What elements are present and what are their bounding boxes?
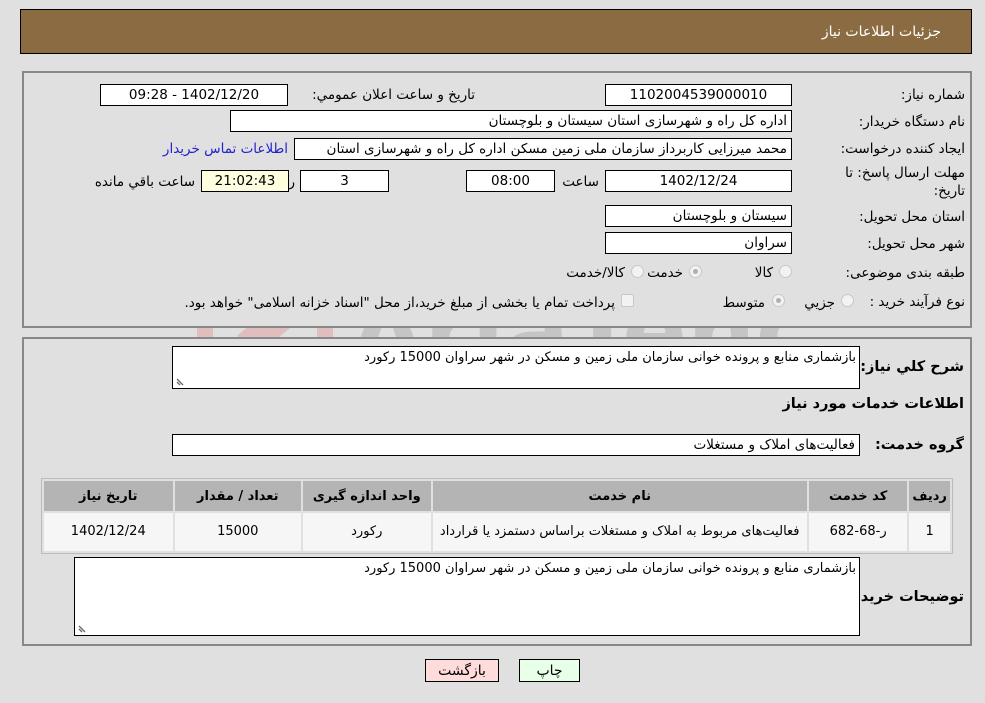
- category-radio-goods[interactable]: [779, 265, 792, 278]
- category-radio-goods-service[interactable]: [631, 265, 644, 278]
- cell-row-number: 1: [909, 513, 950, 551]
- deadline-date-field: 1402/12/24: [605, 170, 792, 192]
- category-option-service: خدمت: [647, 265, 683, 281]
- buyer-notes-text: بازشماری منابع و پرونده خوانی سازمان ملی…: [364, 561, 856, 576]
- cell-need-date: 1402/12/24: [44, 513, 173, 551]
- resize-grip-icon[interactable]: [77, 623, 87, 633]
- category-radio-service[interactable]: [689, 265, 702, 278]
- summary-label: شرح کلي نیاز:: [860, 359, 964, 375]
- buyer-contact-link[interactable]: اطلاعات تماس خریدار: [163, 141, 288, 157]
- treasury-note: پرداخت تمام یا بخشی از مبلغ خرید،از محل …: [184, 295, 615, 311]
- purchase-radio-minor[interactable]: [841, 294, 854, 307]
- cell-unit: رکورد: [303, 513, 431, 551]
- service-group-label: گروه خدمت:: [874, 437, 964, 453]
- summary-textarea[interactable]: بازشماری منابع و پرونده خوانی سازمان ملی…: [172, 346, 860, 389]
- delivery-province-label: استان محل تحویل:: [859, 209, 965, 225]
- col-header-quantity: تعداد / مقدار: [174, 481, 302, 511]
- category-label: طبقه بندی موضوعی:: [845, 265, 965, 281]
- col-header-service-name: نام خدمت: [432, 481, 807, 511]
- days-field: 3: [300, 170, 389, 192]
- buyer-notes-textarea[interactable]: بازشماری منابع و پرونده خوانی سازمان ملی…: [74, 557, 860, 636]
- category-option-goods-service: کالا/خدمت: [566, 265, 625, 281]
- need-number-label: شماره نیاز:: [900, 87, 965, 103]
- service-group-field: فعالیت‌های املاک و مستغلات: [172, 434, 860, 456]
- col-header-unit: واحد اندازه گیری: [303, 481, 431, 511]
- page-title: جزئیات اطلاعات نیاز: [821, 23, 941, 40]
- announce-datetime-label: تاریخ و ساعت اعلان عمومي:: [312, 87, 475, 103]
- cell-quantity: 15000: [174, 513, 302, 551]
- summary-text: بازشماری منابع و پرونده خوانی سازمان ملی…: [364, 350, 856, 365]
- col-header-row-number: ردیف: [909, 481, 950, 511]
- table-row: 1 ر-68-682 فعالیت‌های مربوط به املاک و م…: [44, 513, 950, 551]
- col-header-service-code: کد خدمت: [808, 481, 908, 511]
- need-details-panel: شرح کلي نیاز: بازشماری منابع و پرونده خو…: [22, 337, 972, 646]
- remaining-time-field: 21:02:43: [201, 170, 289, 192]
- table-header-row: ردیف کد خدمت نام خدمت واحد اندازه گیری ت…: [44, 481, 950, 511]
- buyer-org-field: اداره کل راه و شهرسازی استان سیستان و بل…: [230, 110, 792, 132]
- purchase-option-medium: متوسط: [722, 295, 765, 311]
- page-header: جزئیات اطلاعات نیاز: [20, 9, 972, 54]
- services-heading: اطلاعات خدمات مورد نیاز: [782, 396, 964, 412]
- announce-datetime-field: 1402/12/20 - 09:28: [100, 84, 288, 106]
- deadline-time-label: ساعت: [562, 174, 599, 190]
- requester-label: ایجاد کننده درخواست:: [840, 141, 965, 157]
- buyer-org-label: نام دستگاه خریدار:: [858, 114, 965, 130]
- delivery-province-field: سیستان و بلوچستان: [605, 205, 792, 227]
- remaining-time-label: ساعت باقي مانده: [94, 174, 195, 190]
- cell-service-code: ر-68-682: [808, 513, 908, 551]
- need-number-field: 1102004539000010: [605, 84, 792, 106]
- cell-service-name: فعالیت‌های مربوط به املاک و مستغلات براس…: [432, 513, 807, 551]
- services-table: ردیف کد خدمت نام خدمت واحد اندازه گیری ت…: [41, 478, 953, 554]
- deadline-time-field: 08:00: [466, 170, 555, 192]
- deadline-label: مهلت ارسال پاسخ: تا تاریخ:: [845, 165, 965, 199]
- treasury-checkbox[interactable]: [621, 294, 634, 307]
- purchase-type-label: نوع فرآیند خرید :: [869, 294, 965, 310]
- delivery-city-label: شهر محل تحویل:: [867, 236, 965, 252]
- back-button[interactable]: بازگشت: [425, 659, 499, 682]
- resize-grip-icon[interactable]: [175, 376, 185, 386]
- purchase-option-minor: جزیي: [804, 295, 835, 311]
- print-button[interactable]: چاپ: [519, 659, 580, 682]
- need-info-panel: شماره نیاز: 1102004539000010 تاریخ و ساع…: [22, 71, 972, 328]
- category-option-goods: کالا: [754, 265, 773, 281]
- purchase-radio-medium[interactable]: [772, 294, 785, 307]
- col-header-need-date: تاریخ نیاز: [44, 481, 173, 511]
- requester-field: محمد میرزایی کاربرداز سازمان ملی زمین مس…: [294, 138, 792, 160]
- delivery-city-field: سراوان: [605, 232, 792, 254]
